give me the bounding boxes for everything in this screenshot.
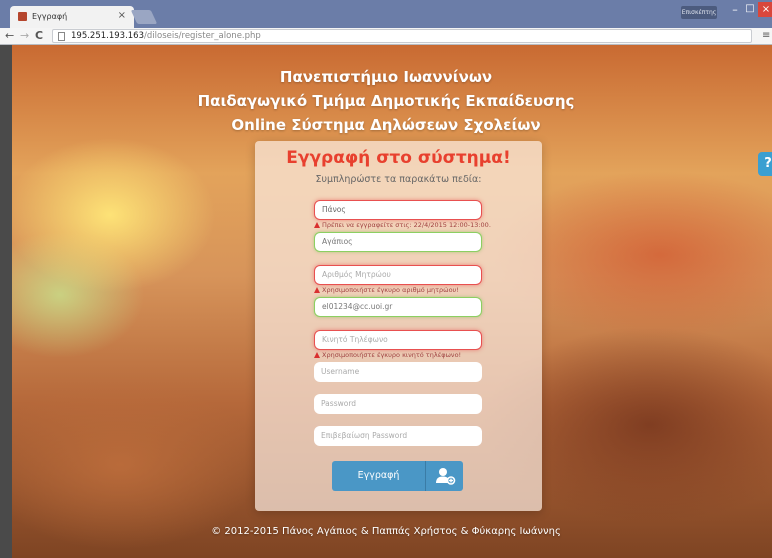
minimize-button[interactable]: – xyxy=(729,3,741,17)
first-name-error: Πρέπει να εγγραφείτε στις: 22/4/2015 12:… xyxy=(314,221,491,229)
tab-title: Εγγραφή xyxy=(32,12,68,21)
form-title: Εγγραφή στο σύστημα! xyxy=(286,148,511,168)
reload-button[interactable]: C xyxy=(35,29,43,42)
help-button[interactable]: ? xyxy=(758,152,772,176)
mobile-phone-error-text: Χρησιμοποιήστε έγκυρο κινητό τηλέφωνο! xyxy=(322,351,462,359)
registry-error-text: Χρησιμοποιήστε έγκυρο αριθμό μητρώου! xyxy=(322,286,459,294)
registration-form: Εγγραφή στο σύστημα! Συμπληρώστε τα παρα… xyxy=(255,141,542,511)
button-divider xyxy=(425,461,426,491)
email-input[interactable]: el01234@cc.uoi.gr xyxy=(314,297,482,317)
registry-number-input[interactable]: Αριθμός Μητρώου xyxy=(314,265,482,285)
university-title: Πανεπιστήμιο Ιωαννίνων xyxy=(279,68,493,86)
last-name-input[interactable]: Αγάπιος xyxy=(314,232,482,252)
form-subtitle: Συμπληρώστε τα παρακάτω πεδία: xyxy=(315,174,482,185)
url-host: 195.251.193.163 xyxy=(71,31,145,41)
first-name-input[interactable]: Πάνος xyxy=(314,200,482,220)
register-button[interactable]: Εγγραφή xyxy=(332,461,463,491)
username-input[interactable]: Username xyxy=(314,362,482,382)
mobile-phone-input[interactable]: Κινητό Τηλέφωνο xyxy=(314,330,482,350)
url-path: /diloseis/register_alone.php xyxy=(144,31,261,41)
tab-close-icon[interactable]: × xyxy=(118,10,126,21)
menu-icon[interactable]: ≡ xyxy=(762,30,770,41)
back-button[interactable]: ← xyxy=(5,29,14,42)
password-input[interactable]: Password xyxy=(314,394,482,414)
forward-button[interactable]: → xyxy=(20,29,29,42)
warning-icon xyxy=(314,352,320,358)
page-icon xyxy=(58,32,65,41)
browser-chrome: Εγγραφή × Επισκέπτης – □ × ← → C 195.251… xyxy=(0,0,772,45)
register-button-label: Εγγραφή xyxy=(357,470,400,481)
navigation-bar: ← → C 195.251.193.163/diloseis/register_… xyxy=(0,28,772,45)
registry-error: Χρησιμοποιήστε έγκυρο αριθμό μητρώου! xyxy=(314,286,459,294)
address-bar[interactable]: 195.251.193.163/diloseis/register_alone.… xyxy=(52,29,752,43)
mobile-phone-error: Χρησιμοποιήστε έγκυρο κινητό τηλέφωνο! xyxy=(314,351,461,359)
browser-tab[interactable]: Εγγραφή × xyxy=(10,6,134,28)
warning-icon xyxy=(314,287,320,293)
first-name-error-text: Πρέπει να εγγραφείτε στις: 22/4/2015 12:… xyxy=(322,221,491,229)
maximize-button[interactable]: □ xyxy=(744,3,756,17)
department-title: Παιδαγωγικό Τμήμα Δημοτικής Εκπαίδευσης xyxy=(197,92,575,110)
url-text: 195.251.193.163/diloseis/register_alone.… xyxy=(71,30,261,42)
new-tab-button[interactable] xyxy=(130,10,158,24)
system-title: Online Σύστημα Δηλώσεων Σχολείων xyxy=(231,116,541,134)
favicon-icon xyxy=(18,12,27,21)
page-background: Πανεπιστήμιο Ιωαννίνων Παιδαγωγικό Τμήμα… xyxy=(0,45,772,558)
add-user-icon xyxy=(427,461,463,491)
footer-copyright: © 2012-2015 Πάνος Αγάπιος & Παππάς Χρήστ… xyxy=(211,526,561,537)
warning-icon xyxy=(314,222,320,228)
tab-bar: Εγγραφή × Επισκέπτης – □ × xyxy=(0,0,772,28)
user-profile-button[interactable]: Επισκέπτης xyxy=(681,6,717,19)
close-window-button[interactable]: × xyxy=(758,2,772,17)
confirm-password-input[interactable]: Επιβεβαίωση Password xyxy=(314,426,482,446)
